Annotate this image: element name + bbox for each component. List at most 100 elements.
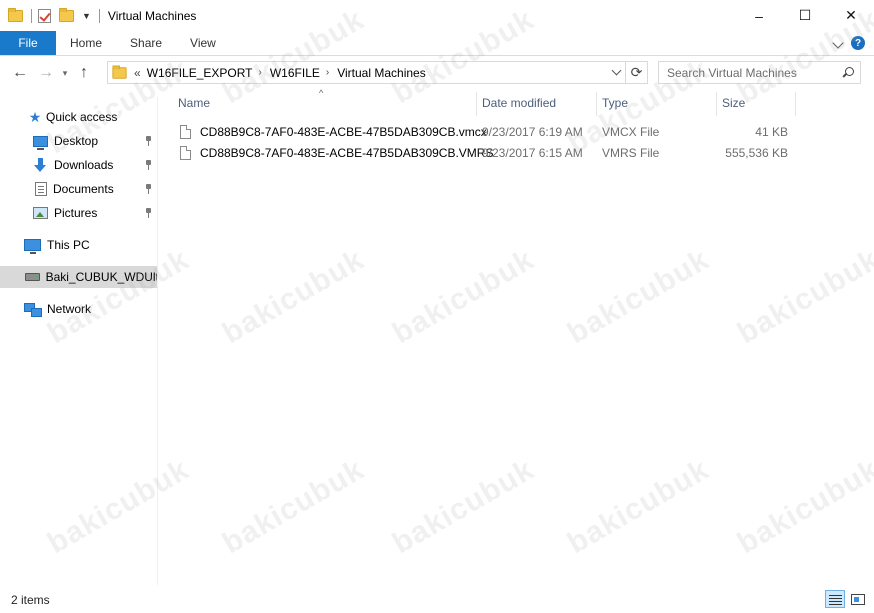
arrow-up-icon: ↑ — [80, 64, 88, 81]
help-icon: ? — [851, 36, 865, 50]
file-icon — [180, 145, 191, 160]
divider — [31, 8, 32, 23]
file-date: 9/23/2017 6:15 AM — [482, 145, 583, 160]
status-bar: 2 items — [0, 587, 874, 613]
column-divider[interactable] — [795, 92, 796, 116]
maximize-button[interactable]: ☐ — [782, 0, 828, 31]
file-date: 9/23/2017 6:19 AM — [482, 124, 583, 139]
breadcrumb-w16file[interactable]: W16FILE — [270, 66, 320, 80]
tab-file[interactable]: File — [0, 31, 56, 55]
details-view-button[interactable] — [825, 590, 845, 608]
tab-share[interactable]: Share — [116, 31, 176, 55]
window-controls: – ☐ ✕ — [736, 0, 874, 31]
file-type: VMCX File — [602, 124, 660, 139]
refresh-icon: ⟳ — [630, 64, 643, 80]
back-button[interactable]: ← — [8, 61, 32, 85]
column-divider[interactable] — [476, 92, 477, 116]
network-icon — [24, 302, 42, 317]
sidebar-item-quick-access[interactable]: ★ Quick access — [0, 106, 157, 128]
sidebar-item-this-pc[interactable]: This PC — [0, 234, 157, 256]
large-icons-view-button[interactable] — [848, 590, 868, 608]
sidebar-item-pictures[interactable]: Pictures — [0, 202, 157, 224]
desktop-icon — [33, 135, 48, 150]
refresh-button[interactable]: ⟳ — [626, 61, 648, 84]
pin-icon — [145, 136, 152, 146]
file-name: CD88B9C8-7AF0-483E-ACBE-47B5DAB309CB.VMR… — [200, 145, 494, 160]
search-icon — [843, 67, 854, 78]
download-icon — [33, 158, 48, 172]
breadcrumb-w16file-export[interactable]: W16FILE_EXPORT — [147, 66, 253, 80]
sidebar-item-label: This PC — [47, 238, 90, 252]
column-header-size[interactable]: Size — [722, 89, 795, 117]
tab-home[interactable]: Home — [56, 31, 116, 55]
sidebar-item-label: Desktop — [54, 134, 99, 148]
file-size: 555,536 KB — [725, 145, 788, 160]
window-title: Virtual Machines — [107, 8, 197, 23]
documents-icon — [35, 182, 47, 196]
file-list: ^ Name Date modified Type Size CD88B9C8-… — [159, 88, 874, 585]
sidebar-item-downloads[interactable]: Downloads — [0, 154, 157, 176]
item-count: 2 items — [11, 593, 50, 607]
sidebar-item-documents[interactable]: Documents — [0, 178, 157, 200]
help-button[interactable]: ? — [850, 35, 866, 51]
sidebar-item-label: Quick access — [46, 110, 118, 124]
column-header-name[interactable]: Name — [178, 89, 476, 117]
breadcrumb-overflow[interactable]: « — [134, 66, 141, 80]
table-row[interactable]: CD88B9C8-7AF0-483E-ACBE-47B5DAB309CB.VMR… — [175, 142, 795, 163]
properties-icon[interactable] — [38, 8, 51, 23]
title-bar: ▼ Virtual Machines – ☐ ✕ — [0, 0, 874, 31]
details-view-icon — [828, 594, 842, 605]
file-size: 41 KB — [755, 124, 788, 139]
tab-view[interactable]: View — [176, 31, 230, 55]
ribbon-tabs: File Home Share View ? — [0, 31, 874, 56]
divider — [98, 8, 100, 23]
address-bar[interactable]: « W16FILE_EXPORT › W16FILE › Virtual Mac… — [107, 61, 626, 84]
large-icons-view-icon — [851, 593, 865, 605]
minimize-button[interactable]: – — [736, 0, 782, 31]
new-folder-icon[interactable] — [59, 7, 74, 22]
column-divider[interactable] — [716, 92, 717, 116]
pictures-icon — [33, 207, 48, 219]
table-row[interactable]: CD88B9C8-7AF0-483E-ACBE-47B5DAB309CB.vmc… — [175, 121, 795, 142]
arrow-right-icon: → — [38, 64, 54, 81]
breadcrumb-separator-icon[interactable]: › — [259, 67, 262, 78]
sidebar-item-label: Downloads — [54, 158, 114, 172]
search-input[interactable]: Search Virtual Machines — [658, 61, 861, 84]
address-row: ← → ▾ ↑ « W16FILE_EXPORT › W16FILE › Vir… — [0, 57, 874, 89]
sidebar-item-network[interactable]: Network — [0, 298, 157, 320]
pin-icon — [145, 208, 152, 218]
navigation-pane: ★ Quick access Desktop Downloads Documen… — [0, 97, 158, 585]
sidebar-item-label: Network — [47, 302, 92, 316]
pin-icon — [145, 160, 152, 170]
expand-ribbon-icon[interactable] — [832, 37, 844, 49]
chevron-down-icon: ▾ — [62, 67, 68, 78]
close-button[interactable]: ✕ — [828, 0, 874, 31]
recent-locations-button[interactable]: ▾ — [58, 61, 72, 85]
sidebar-item-label: Pictures — [54, 206, 98, 220]
column-divider[interactable] — [596, 92, 597, 116]
sidebar-item-desktop[interactable]: Desktop — [0, 130, 157, 152]
address-dropdown-icon[interactable] — [607, 62, 625, 83]
sidebar-item-drive[interactable]: Baki_CUBUK_WDUltra — [0, 266, 157, 288]
computer-icon — [24, 239, 41, 254]
column-header-date[interactable]: Date modified — [482, 89, 596, 117]
drive-icon — [25, 273, 40, 281]
folder-icon — [8, 7, 23, 22]
forward-button[interactable]: → — [34, 61, 58, 85]
file-icon — [180, 124, 191, 139]
quick-access-toolbar: ▼ Virtual Machines — [0, 0, 196, 31]
file-name-cell: CD88B9C8-7AF0-483E-ACBE-47B5DAB309CB.VMR… — [180, 142, 493, 163]
file-name-cell: CD88B9C8-7AF0-483E-ACBE-47B5DAB309CB.vmc… — [180, 121, 487, 142]
customize-toolbar-icon[interactable]: ▼ — [82, 11, 91, 21]
breadcrumb-virtual-machines[interactable]: Virtual Machines — [337, 66, 426, 80]
breadcrumb-separator-icon[interactable]: › — [326, 67, 329, 78]
file-type: VMRS File — [602, 145, 660, 160]
sidebar-item-label: Baki_CUBUK_WDUltra — [45, 270, 157, 284]
sidebar-item-label: Documents — [53, 182, 114, 196]
column-header-type[interactable]: Type — [602, 89, 716, 117]
view-switcher — [822, 590, 868, 608]
file-name: CD88B9C8-7AF0-483E-ACBE-47B5DAB309CB.vmc… — [200, 124, 487, 139]
up-button[interactable]: ↑ — [72, 61, 96, 85]
arrow-left-icon: ← — [12, 64, 28, 81]
star-icon: ★ — [28, 108, 42, 125]
